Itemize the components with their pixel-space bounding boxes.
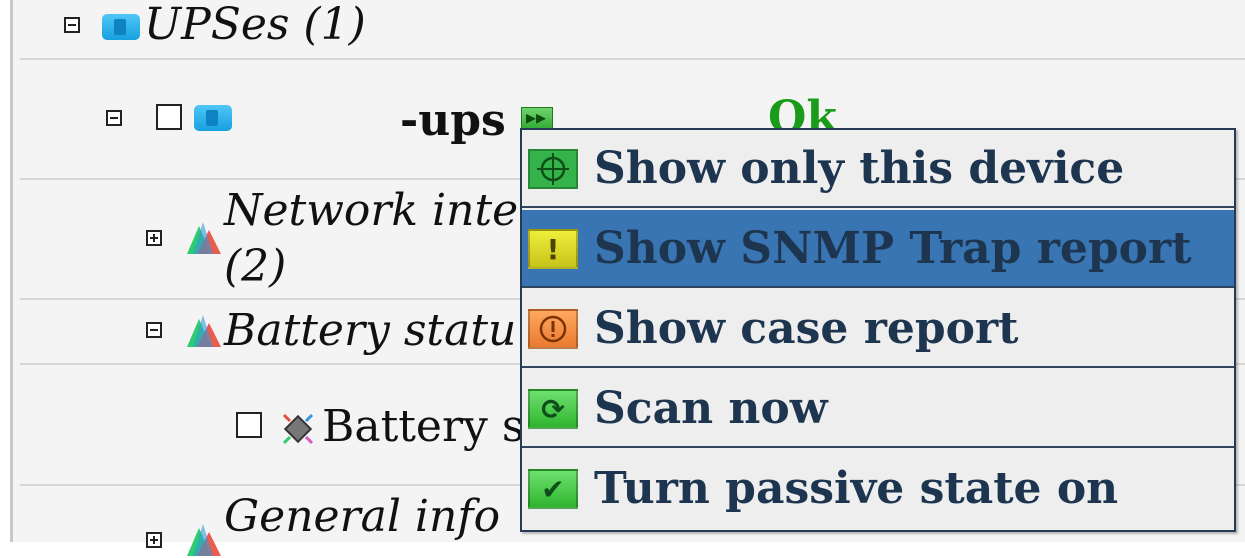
crosshair-icon — [528, 149, 578, 189]
menu-item-label: Show SNMP Trap report — [594, 223, 1192, 274]
general-info-label[interactable]: General info — [224, 492, 500, 542]
collapse-device-toggle[interactable] — [106, 110, 122, 126]
collapse-upses-toggle[interactable] — [64, 17, 80, 33]
menu-item-label: Show only this device — [594, 143, 1125, 194]
menu-item-scan-now[interactable]: ⟳ Scan now — [522, 370, 1234, 448]
expand-network-toggle[interactable] — [146, 230, 162, 246]
menu-item-passive-state[interactable]: ✔ Turn passive state on — [522, 450, 1234, 528]
sensor-icon — [282, 413, 314, 445]
sensor-group-icon — [187, 315, 221, 347]
device-name[interactable]: -ups — [400, 96, 506, 146]
collapse-battery-toggle[interactable] — [146, 322, 162, 338]
check-icon: ✔ — [528, 469, 578, 509]
expand-general-toggle[interactable] — [146, 532, 162, 548]
menu-item-show-only-device[interactable]: Show only this device — [522, 130, 1234, 208]
menu-item-label: Turn passive state on — [594, 463, 1119, 514]
warning-icon: ! — [528, 229, 578, 269]
menu-item-label: Show case report — [594, 303, 1019, 354]
sensor-group-icon — [187, 524, 221, 556]
row-divider — [20, 58, 1245, 60]
battery-sensor-label[interactable]: Battery s — [322, 402, 524, 452]
sensor-group-icon — [187, 222, 221, 254]
battery-status-label[interactable]: Battery statu — [224, 306, 516, 356]
menu-item-snmp-trap-report[interactable]: ! Show SNMP Trap report — [522, 210, 1234, 288]
battery-sensor-checkbox[interactable] — [236, 412, 262, 438]
device-ups-icon — [194, 105, 232, 131]
network-interfaces-label[interactable]: Network inte — [224, 186, 518, 236]
menu-item-label: Scan now — [594, 383, 828, 434]
case-warning-icon — [528, 309, 578, 349]
refresh-icon: ⟳ — [528, 389, 578, 429]
upses-group-label[interactable]: UPSes (1) — [144, 0, 366, 50]
ups-icon — [102, 14, 140, 40]
network-interfaces-count: (2) — [224, 241, 287, 292]
redacted-device-name — [252, 101, 397, 141]
device-checkbox[interactable] — [156, 104, 182, 130]
menu-item-case-report[interactable]: Show case report — [522, 290, 1234, 368]
context-menu: Show only this device ! Show SNMP Trap r… — [520, 128, 1236, 532]
